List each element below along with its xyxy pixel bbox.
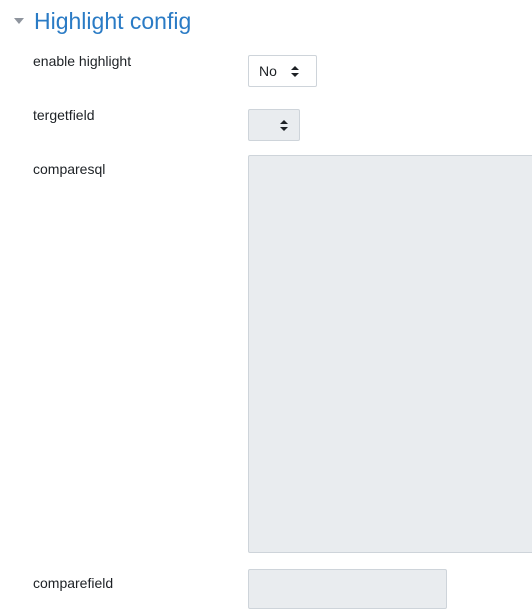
updown-arrows-icon [279,119,289,131]
comparesql-label: comparesql [33,161,106,177]
enable-highlight-label: enable highlight [33,53,132,69]
tergetfield-select[interactable] [248,109,300,141]
tergetfield-label: tergetfield [33,107,95,123]
comparesql-textarea[interactable] [248,155,532,553]
updown-arrows-icon [290,65,300,77]
section-title: Highlight config [34,8,192,34]
enable-highlight-select[interactable]: No [248,55,317,87]
comparefield-input[interactable] [248,569,447,609]
enable-highlight-value: No [259,63,277,79]
comparefield-label: comparefield [33,575,114,591]
chevron-down-icon[interactable] [10,12,28,30]
section-toggle-highlight-config[interactable]: Highlight config [10,6,191,36]
